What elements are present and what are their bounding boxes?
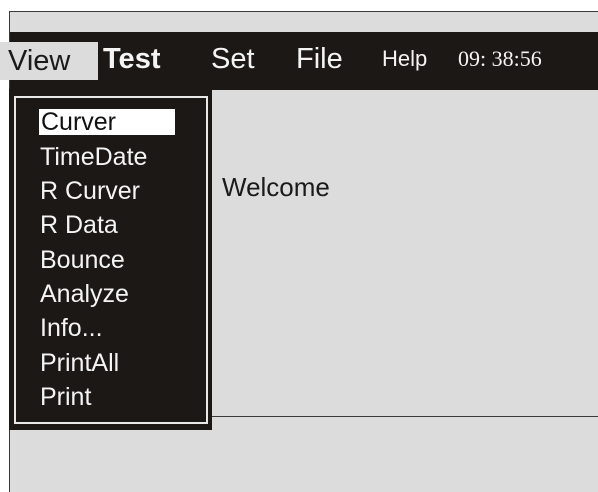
dropdown-item-r-data[interactable]: R Data	[40, 212, 118, 238]
dropdown-item-info[interactable]: Info...	[40, 315, 103, 341]
dropdown-item-print[interactable]: Print	[40, 384, 91, 410]
dropdown-item-curver[interactable]: Curver	[39, 109, 175, 135]
view-dropdown-menu: Curver TimeDate R Curver R Data Bounce A…	[9, 89, 212, 430]
welcome-message: Welcome	[222, 172, 330, 202]
dropdown-item-bounce[interactable]: Bounce	[40, 247, 125, 273]
dropdown-item-timedate[interactable]: TimeDate	[40, 144, 147, 170]
content-divider	[209, 416, 598, 417]
menu-file[interactable]: File	[296, 40, 343, 78]
dropdown-item-printall[interactable]: PrintAll	[40, 350, 119, 376]
menu-view[interactable]: View	[0, 42, 98, 80]
clock-display: 09: 38:56	[458, 46, 542, 71]
menu-set[interactable]: Set	[211, 40, 255, 78]
menu-help[interactable]: Help	[382, 40, 427, 78]
menu-test[interactable]: Test	[103, 40, 160, 78]
dropdown-item-analyze[interactable]: Analyze	[40, 281, 129, 307]
dropdown-item-r-curver[interactable]: R Curver	[40, 178, 140, 204]
